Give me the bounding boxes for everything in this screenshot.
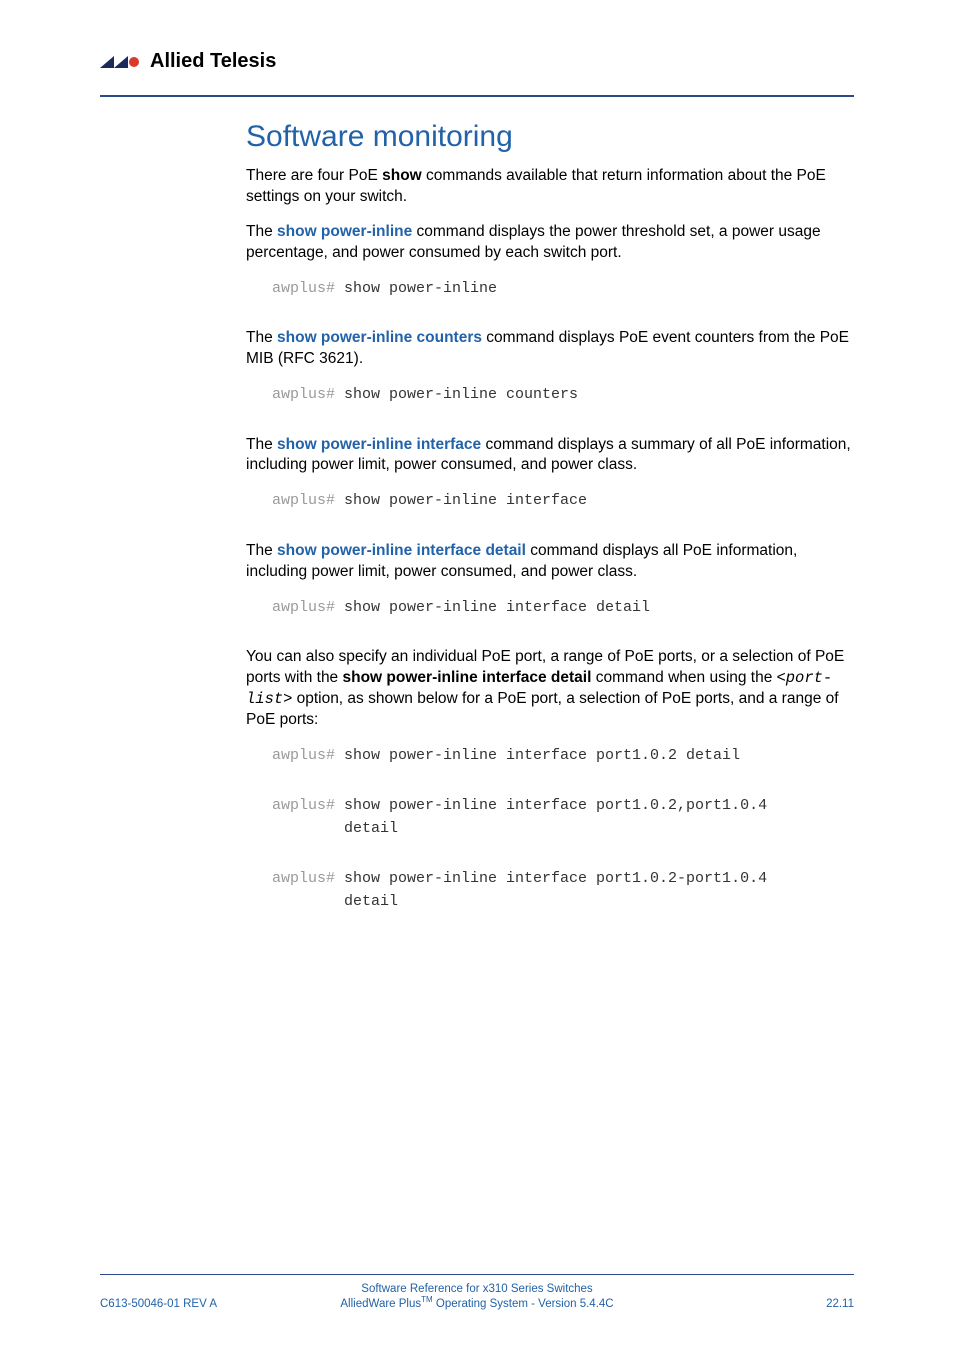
command-block-5: awplus# show power-inline interface port… bbox=[272, 745, 856, 914]
cli-command: show power-inline interface detail bbox=[344, 597, 650, 620]
footer-center: Software Reference for x310 Series Switc… bbox=[260, 1283, 694, 1310]
paragraph-2: The show power-inline counters command d… bbox=[246, 328, 856, 370]
command-block-2: awplus# show power-inline counters bbox=[272, 384, 856, 407]
paragraph-5: You can also specify an individual PoE p… bbox=[246, 647, 856, 731]
footer-row: C613-50046-01 REV A Software Reference f… bbox=[100, 1283, 854, 1310]
logo-icon bbox=[100, 52, 144, 72]
command-row: awplus# show power-inline bbox=[272, 278, 856, 301]
cmd-link-interface-detail[interactable]: show power-inline interface detail bbox=[277, 542, 526, 559]
paragraph-3: The show power-inline interface command … bbox=[246, 435, 856, 477]
command-row: awplus# show power-inline counters bbox=[272, 384, 856, 407]
main-content: Software monitoring There are four PoE s… bbox=[246, 120, 856, 941]
cli-command: show power-inline interface port1.0.2,po… bbox=[344, 795, 776, 840]
cli-prompt: awplus# bbox=[272, 278, 344, 301]
command-row: awplus# show power-inline interface port… bbox=[272, 795, 856, 840]
text: The bbox=[246, 436, 277, 453]
section-heading: Software monitoring bbox=[246, 120, 856, 154]
paragraph-4: The show power-inline interface detail c… bbox=[246, 541, 856, 583]
cli-command: show power-inline interface port1.0.2-po… bbox=[344, 868, 776, 913]
brand-logo: Allied Telesis bbox=[100, 50, 854, 73]
page-header: Allied Telesis bbox=[100, 50, 854, 105]
text: Operating System - Version 5.4.4C bbox=[433, 1298, 614, 1310]
text: The bbox=[246, 223, 277, 240]
cmd-link-interface[interactable]: show power-inline interface bbox=[277, 436, 481, 453]
header-divider bbox=[100, 95, 854, 97]
cli-prompt: awplus# bbox=[272, 384, 344, 407]
cmd-link-counters[interactable]: show power-inline counters bbox=[277, 329, 482, 346]
text: AlliedWare Plus bbox=[340, 1298, 421, 1310]
cli-command: show power-inline interface bbox=[344, 490, 587, 513]
cli-prompt: awplus# bbox=[272, 597, 344, 620]
cli-prompt: awplus# bbox=[272, 795, 344, 818]
command-block-4: awplus# show power-inline interface deta… bbox=[272, 597, 856, 620]
intro-paragraph: There are four PoE show commands availab… bbox=[246, 166, 856, 208]
footer-doc-id: C613-50046-01 REV A bbox=[100, 1298, 260, 1310]
page-footer: C613-50046-01 REV A Software Reference f… bbox=[100, 1274, 854, 1310]
footer-title: Software Reference for x310 Series Switc… bbox=[260, 1283, 694, 1295]
cli-command: show power-inline bbox=[344, 278, 497, 301]
text: The bbox=[246, 329, 277, 346]
command-block-1: awplus# show power-inline bbox=[272, 278, 856, 301]
command-row: awplus# show power-inline interface deta… bbox=[272, 597, 856, 620]
cli-prompt: awplus# bbox=[272, 745, 344, 768]
cli-command: show power-inline interface port1.0.2 de… bbox=[344, 745, 740, 768]
command-row: awplus# show power-inline interface bbox=[272, 490, 856, 513]
footer-page-number: 22.11 bbox=[694, 1298, 854, 1310]
text: > option, as shown below for a PoE port,… bbox=[246, 690, 839, 728]
text: The bbox=[246, 542, 277, 559]
footer-subtitle: AlliedWare PlusTM Operating System - Ver… bbox=[260, 1295, 694, 1310]
command-block-3: awplus# show power-inline interface bbox=[272, 490, 856, 513]
cmd-bold: show power-inline interface detail bbox=[343, 669, 592, 686]
paragraph-1: The show power-inline command displays t… bbox=[246, 222, 856, 264]
show-keyword: show bbox=[382, 167, 422, 184]
cli-command: show power-inline counters bbox=[344, 384, 578, 407]
cmd-link-power-inline[interactable]: show power-inline bbox=[277, 223, 412, 240]
cli-prompt: awplus# bbox=[272, 490, 344, 513]
brand-name: Allied Telesis bbox=[150, 50, 276, 73]
command-row: awplus# show power-inline interface port… bbox=[272, 745, 856, 768]
text: There are four PoE bbox=[246, 167, 382, 184]
footer-divider bbox=[100, 1274, 854, 1275]
cli-prompt: awplus# bbox=[272, 868, 344, 891]
command-row: awplus# show power-inline interface port… bbox=[272, 868, 856, 913]
text: command when using the < bbox=[591, 669, 785, 686]
trademark: TM bbox=[421, 1295, 433, 1304]
